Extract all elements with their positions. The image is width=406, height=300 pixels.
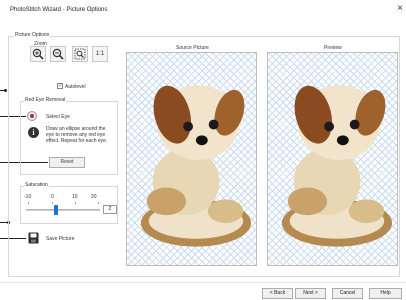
saturation-slider-track[interactable]: [26, 209, 100, 211]
saturation-scale-label: -10: [24, 194, 32, 200]
slider-tick: [75, 202, 76, 204]
slider-tick: [52, 202, 53, 204]
preview-panel[interactable]: [267, 52, 398, 266]
slider-tick: [98, 202, 99, 204]
saturation-scale-label: 10: [72, 194, 78, 200]
slider-tick: [28, 202, 29, 204]
saturation-value-input[interactable]: 2: [103, 205, 117, 214]
autolevel-checkbox[interactable]: ✓: [57, 83, 63, 89]
dog-image: [281, 85, 393, 247]
back-button[interactable]: < Back: [262, 288, 293, 299]
window-title: PhotoStitch Wizard - Picture Options: [10, 7, 108, 13]
select-eye-button[interactable]: [27, 111, 37, 121]
source-picture-title: Source Picture: [176, 45, 209, 51]
zoom-in-icon: [32, 48, 44, 60]
zoom-actual-size-label: 1:1: [95, 51, 105, 57]
callout-dot: [4, 89, 7, 92]
zoom-actual-size-button[interactable]: 1:1: [92, 46, 108, 62]
red-eye-instructions: Draw an ellipse around the eye to remove…: [46, 126, 108, 144]
picture-options-label: Picture Options: [14, 32, 51, 38]
zoom-out-button[interactable]: [50, 46, 66, 62]
save-icon[interactable]: [28, 232, 39, 244]
saturation-scale-label: 0: [51, 194, 54, 200]
select-eye-label: Select Eye: [46, 114, 70, 120]
saturation-scale-label: 20: [91, 194, 97, 200]
help-button[interactable]: Help: [369, 288, 402, 299]
preview-title: Preview: [324, 45, 342, 51]
cancel-button[interactable]: Cancel: [332, 288, 363, 299]
zoom-in-button[interactable]: [30, 46, 46, 62]
zoom-fit-icon: [74, 48, 86, 60]
next-button[interactable]: Next >: [295, 288, 326, 299]
close-icon[interactable]: ×: [397, 4, 403, 14]
check-icon: ✓: [58, 83, 63, 89]
autolevel-label: Autolevel: [65, 84, 86, 90]
zoom-fit-button[interactable]: [72, 46, 88, 62]
zoom-out-icon: [52, 48, 64, 60]
saturation-slider-thumb[interactable]: [53, 205, 58, 215]
footer-divider: [0, 282, 406, 283]
reset-button[interactable]: Reset: [49, 157, 85, 168]
red-eye-title: Red Eye Removal: [24, 97, 67, 103]
saturation-title: Saturation: [24, 182, 49, 188]
info-icon: i: [28, 127, 39, 138]
title-bar: PhotoStitch Wizard - Picture Options ×: [0, 0, 406, 22]
save-picture-label: Save Picture: [46, 236, 75, 242]
dog-image: [140, 85, 252, 247]
source-picture-panel[interactable]: [126, 52, 257, 266]
